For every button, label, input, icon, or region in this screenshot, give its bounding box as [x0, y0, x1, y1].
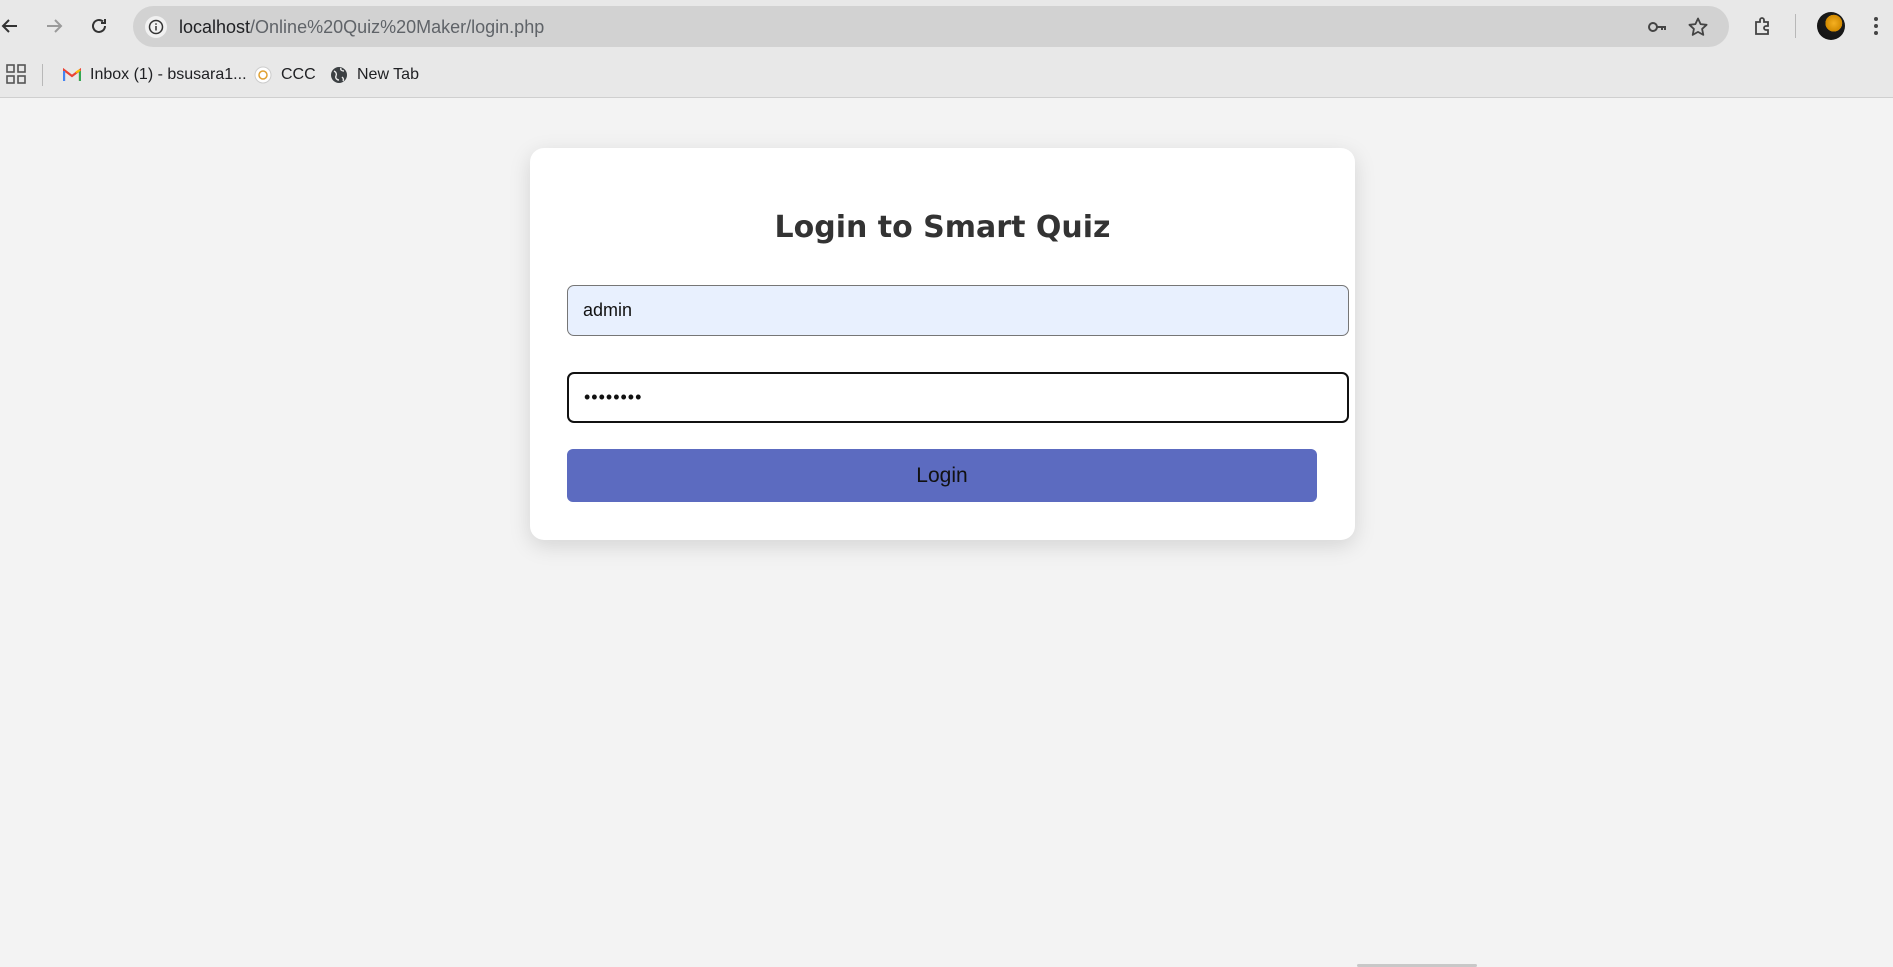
browser-toolbar: localhost/Online%20Quiz%20Maker/login.ph…	[0, 0, 1893, 52]
extensions-puzzle-icon[interactable]	[1749, 12, 1777, 40]
globe-icon	[329, 65, 349, 85]
forward-button[interactable]	[38, 10, 70, 42]
profile-avatar[interactable]	[1817, 12, 1845, 40]
bookmark-star-icon[interactable]	[1686, 15, 1710, 39]
bookmarks-separator	[42, 64, 43, 86]
username-input[interactable]: admin	[567, 285, 1349, 336]
gmail-icon	[62, 65, 82, 85]
url-host: localhost	[179, 17, 251, 37]
bookmark-new-tab[interactable]: New Tab	[329, 62, 419, 88]
toolbar-separator	[1795, 14, 1796, 38]
address-bar[interactable]: localhost/Online%20Quiz%20Maker/login.ph…	[133, 6, 1729, 47]
page-title: Login to Smart Quiz	[774, 210, 1111, 245]
url-text: localhost/Online%20Quiz%20Maker/login.ph…	[179, 17, 544, 38]
bookmark-label: New Tab	[357, 66, 419, 83]
site-favicon-icon	[253, 65, 273, 85]
bookmark-label: Inbox (1) - bsusara1...	[90, 66, 247, 83]
apps-grid-icon[interactable]	[6, 64, 26, 84]
bookmark-ccc[interactable]: CCC	[253, 62, 316, 88]
forward-arrow-icon	[47, 19, 63, 33]
back-button[interactable]	[0, 10, 26, 42]
menu-dots-icon[interactable]	[1862, 12, 1890, 40]
login-button[interactable]: Login	[567, 449, 1317, 502]
reload-icon	[92, 18, 106, 33]
bookmarks-bar: Inbox (1) - bsusara1... CCC New Tab	[0, 52, 1893, 98]
password-input[interactable]: ••••••••	[567, 372, 1349, 423]
url-path: /Online%20Quiz%20Maker/login.php	[250, 17, 545, 37]
back-arrow-icon	[1, 19, 17, 33]
bookmark-label: CCC	[281, 66, 316, 83]
login-card: Login to Smart Quiz admin •••••••• Login	[530, 148, 1355, 540]
bookmark-inbox[interactable]: Inbox (1) - bsusara1...	[62, 62, 247, 88]
password-key-icon[interactable]	[1645, 15, 1669, 39]
site-info-icon[interactable]	[145, 16, 167, 38]
reload-button[interactable]	[83, 10, 115, 42]
